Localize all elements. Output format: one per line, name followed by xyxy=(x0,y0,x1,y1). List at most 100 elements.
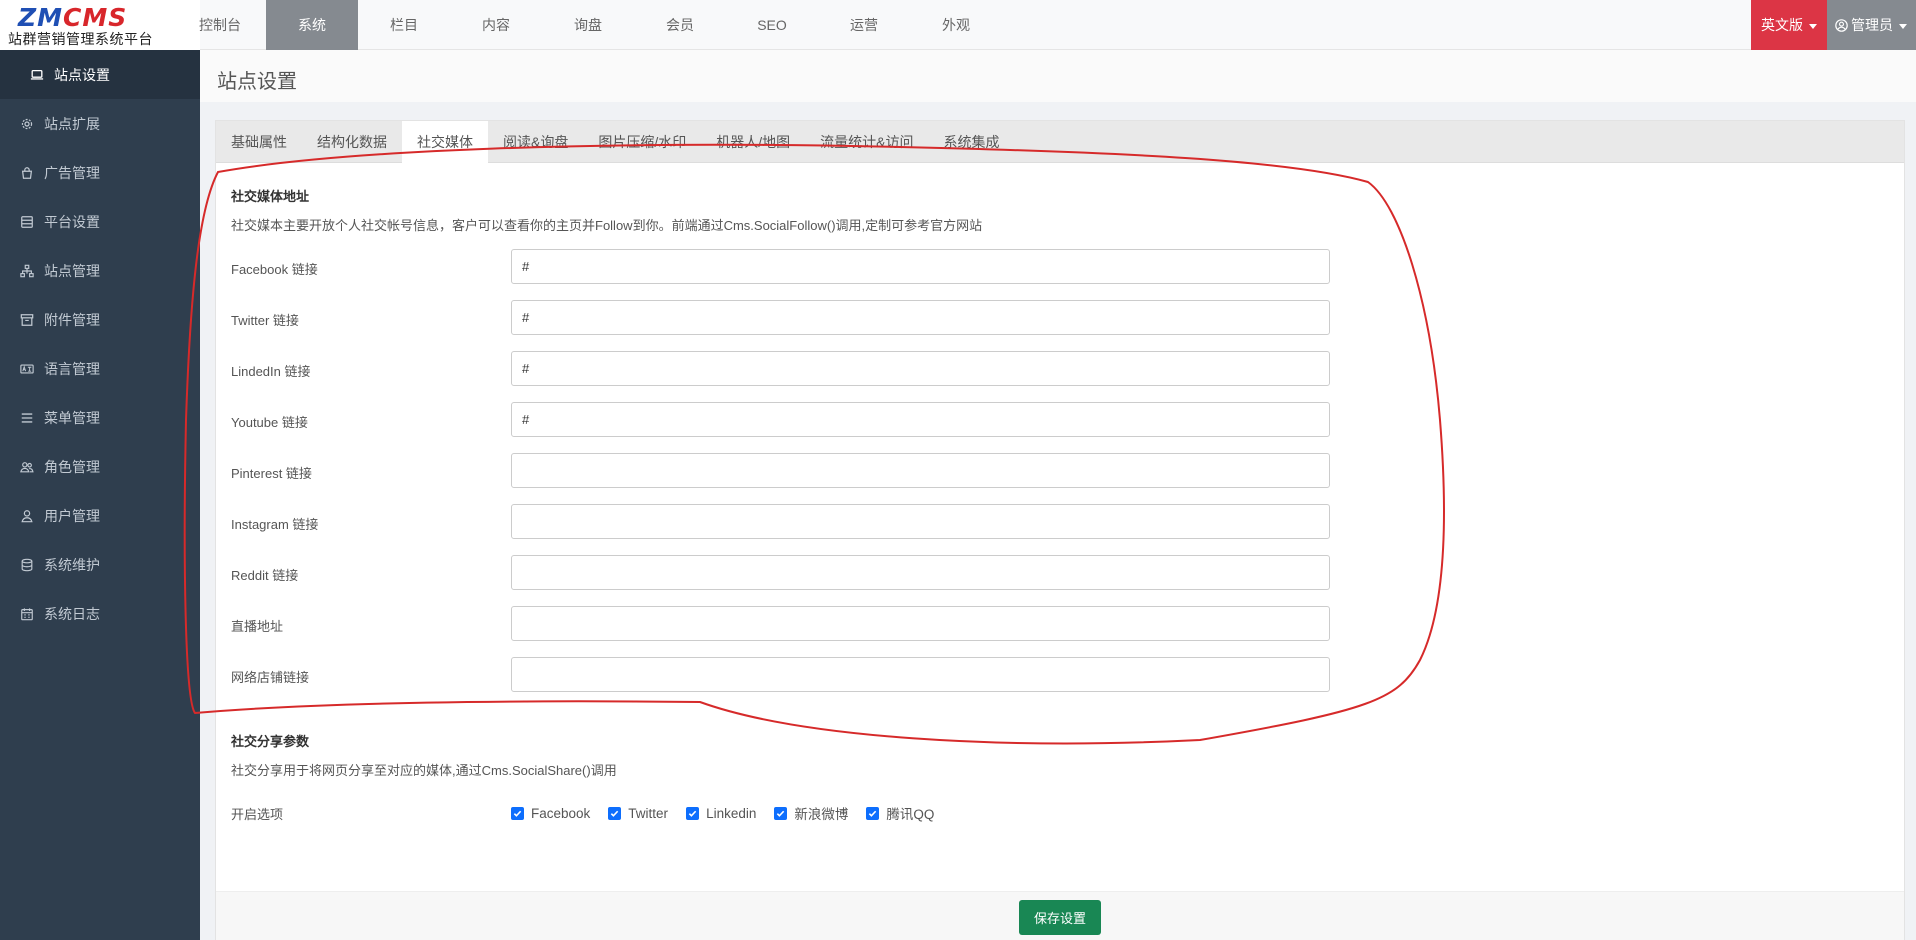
sidebar-item-site-extension[interactable]: 站点扩展 xyxy=(0,99,200,148)
social-media-title: 社交媒体地址 xyxy=(231,189,310,204)
option-label: Linkedin xyxy=(706,805,757,821)
checkbox-checked-icon[interactable] xyxy=(774,806,788,820)
form-footer: 保存设置 xyxy=(216,891,1904,940)
sidebar-item-label: 站点设置 xyxy=(54,66,110,83)
archive-icon xyxy=(20,313,34,327)
share-option-linkedin[interactable]: Linkedin xyxy=(686,806,756,821)
share-options-label: 开启选项 xyxy=(231,807,284,822)
live-url-label: 直播地址 xyxy=(231,619,284,634)
tab-bar: 基础属性 结构化数据 社交媒体 阅读&询盘 图片压缩/水印 机器人/地图 流量统… xyxy=(216,121,1904,164)
topnav-item-dashboard[interactable]: 控制台 xyxy=(174,0,266,50)
topnav-item-members[interactable]: 会员 xyxy=(634,0,726,50)
tab-reading-inquiry[interactable]: 阅读&询盘 xyxy=(488,121,583,163)
top-bar: ZMCMS 站群营销管理系统平台 控制台 系统 栏目 内容 询盘 会员 SEO … xyxy=(0,0,1916,50)
sidebar-item-label: 站点管理 xyxy=(44,262,100,279)
sidebar-item-site-settings[interactable]: 站点设置 xyxy=(0,50,200,99)
live-url-input[interactable] xyxy=(511,606,1330,641)
checkbox-checked-icon[interactable] xyxy=(511,806,524,820)
option-label: Facebook xyxy=(531,805,591,821)
topnav-item-content[interactable]: 内容 xyxy=(450,0,542,50)
topnav-item-seo[interactable]: SEO xyxy=(726,0,818,50)
reddit-label: Reddit 链接 xyxy=(231,568,299,583)
linkedin-link-input[interactable] xyxy=(511,351,1330,386)
server-icon xyxy=(20,215,34,229)
social-share-title: 社交分享参数 xyxy=(231,734,310,749)
topnav-item-appearance[interactable]: 外观 xyxy=(910,0,1002,50)
sidebar-item-label: 语言管理 xyxy=(44,360,100,377)
save-settings-button[interactable]: 保存设置 xyxy=(1019,900,1101,935)
tab-basic[interactable]: 基础属性 xyxy=(216,121,302,163)
social-media-description: 社交媒本主要开放个人社交帐号信息，客户可以查看你的主页并Follow到你。前端通… xyxy=(231,218,983,233)
pinterest-link-input[interactable] xyxy=(511,453,1330,488)
share-options: Facebook Twitter Linkedin 新浪微博 腾讯QQ xyxy=(511,803,952,823)
sidebar-item-roles[interactable]: 角色管理 xyxy=(0,442,200,491)
language-icon xyxy=(20,362,34,376)
tab-image-watermark[interactable]: 图片压缩/水印 xyxy=(583,121,701,163)
social-share-description: 社交分享用于将网页分享至对应的媒体,通过Cms.SocialShare()调用 xyxy=(231,763,617,778)
option-label: Twitter xyxy=(628,805,669,821)
gear-icon xyxy=(20,117,34,131)
option-label: 腾讯QQ xyxy=(886,807,935,822)
logo-subtitle: 站群营销管理系统平台 xyxy=(8,31,153,47)
sidebar-item-languages[interactable]: 语言管理 xyxy=(0,344,200,393)
chevron-down-icon xyxy=(1899,23,1907,29)
topnav-item-system[interactable]: 系统 xyxy=(266,0,358,50)
share-option-facebook[interactable]: Facebook xyxy=(511,806,590,821)
tab-traffic[interactable]: 流量统计&访问 xyxy=(805,121,928,163)
instagram-label: Instagram 链接 xyxy=(231,517,319,532)
twitter-label: Twitter 链接 xyxy=(231,313,299,328)
twitter-link-input[interactable] xyxy=(511,300,1330,335)
tab-robots-sitemap[interactable]: 机器人/地图 xyxy=(701,121,805,163)
facebook-link-input[interactable] xyxy=(511,249,1330,284)
calendar-icon xyxy=(20,607,34,621)
checkbox-checked-icon[interactable] xyxy=(686,806,700,820)
sidebar-item-menus[interactable]: 菜单管理 xyxy=(0,393,200,442)
sidebar-item-label: 菜单管理 xyxy=(44,409,100,426)
instagram-link-input[interactable] xyxy=(511,504,1330,539)
sidebar-item-ads[interactable]: 广告管理 xyxy=(0,148,200,197)
online-store-label: 网络店铺链接 xyxy=(231,670,310,685)
sidebar-item-platform[interactable]: 平台设置 xyxy=(0,197,200,246)
reddit-link-input[interactable] xyxy=(511,555,1330,590)
share-option-qq[interactable]: 腾讯QQ xyxy=(866,803,934,823)
tab-structured-data[interactable]: 结构化数据 xyxy=(302,121,402,163)
page-title: 站点设置 xyxy=(217,71,297,93)
logo-mark: ZMCMS xyxy=(18,3,128,32)
bag-icon xyxy=(20,166,34,180)
sidebar-item-site-management[interactable]: 站点管理 xyxy=(0,246,200,295)
sidebar-item-label: 站点扩展 xyxy=(44,115,100,132)
online-store-link-input[interactable] xyxy=(511,657,1330,692)
user-menu-dropdown[interactable]: 管理员 xyxy=(1827,0,1916,50)
settings-card: 基础属性 结构化数据 社交媒体 阅读&询盘 图片压缩/水印 机器人/地图 流量统… xyxy=(215,120,1905,940)
sidebar: 站点设置 站点扩展 广告管理 平台设置 站点管理 附件管理 语言管理 菜单管理 … xyxy=(0,50,200,940)
checkbox-checked-icon[interactable] xyxy=(866,806,880,820)
pinterest-label: Pinterest 链接 xyxy=(231,466,312,481)
sidebar-item-logs[interactable]: 系统日志 xyxy=(0,589,200,638)
sidebar-item-label: 平台设置 xyxy=(44,213,100,230)
share-option-twitter[interactable]: Twitter xyxy=(608,806,668,821)
tab-social-media[interactable]: 社交媒体 xyxy=(402,121,488,164)
page-header: 站点设置 xyxy=(200,50,1916,102)
topnav-item-inquiry[interactable]: 询盘 xyxy=(542,0,634,50)
sidebar-item-label: 用户管理 xyxy=(44,507,100,524)
language-label: 英文版 xyxy=(1761,17,1803,33)
linkedin-label: LindedIn 链接 xyxy=(231,364,311,379)
checkbox-checked-icon[interactable] xyxy=(608,806,622,820)
topnav-item-columns[interactable]: 栏目 xyxy=(358,0,450,50)
share-option-weibo[interactable]: 新浪微博 xyxy=(774,803,848,823)
person-icon xyxy=(20,509,34,523)
language-dropdown[interactable]: 英文版 xyxy=(1751,0,1827,50)
topnav-item-operations[interactable]: 运营 xyxy=(818,0,910,50)
sidebar-item-users[interactable]: 用户管理 xyxy=(0,491,200,540)
sidebar-item-attachments[interactable]: 附件管理 xyxy=(0,295,200,344)
tab-integration[interactable]: 系统集成 xyxy=(928,121,1014,163)
sidebar-item-label: 角色管理 xyxy=(44,458,100,475)
sidebar-item-maintenance[interactable]: 系统维护 xyxy=(0,540,200,589)
list-icon xyxy=(20,411,34,425)
logo[interactable]: ZMCMS 站群营销管理系统平台 xyxy=(0,0,200,50)
laptop-icon xyxy=(30,68,44,82)
top-nav: 控制台 系统 栏目 内容 询盘 会员 SEO 运营 外观 xyxy=(174,0,1002,50)
youtube-link-input[interactable] xyxy=(511,402,1330,437)
people-icon xyxy=(20,460,34,474)
sidebar-item-label: 广告管理 xyxy=(44,164,100,181)
